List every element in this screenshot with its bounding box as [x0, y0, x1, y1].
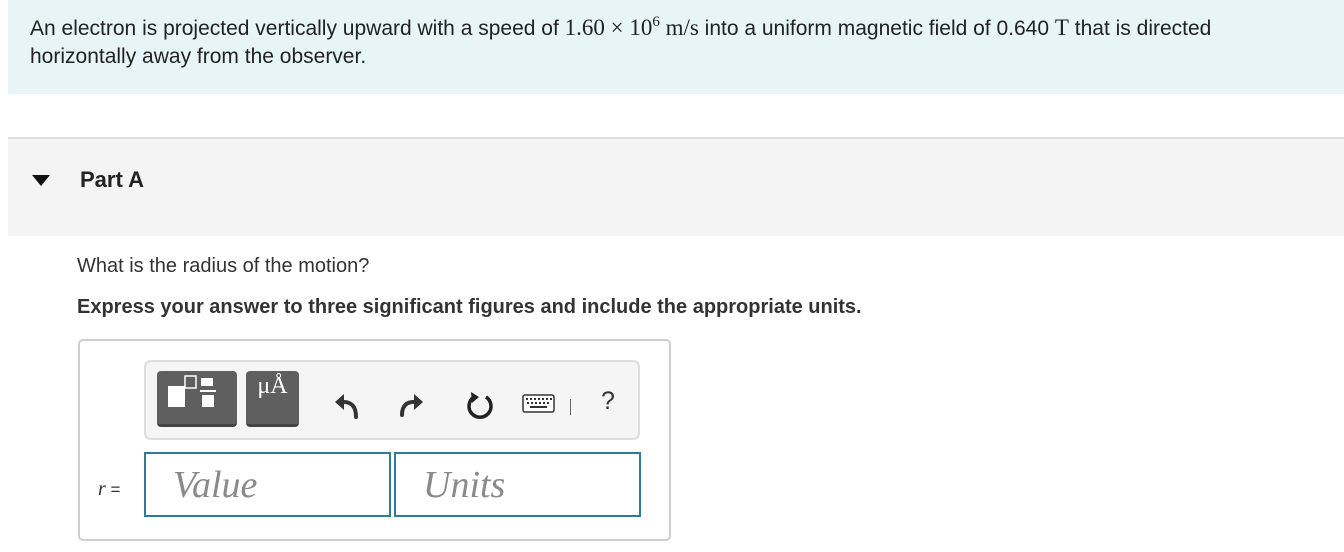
- field-unit: T: [1054, 15, 1069, 40]
- value-input[interactable]: [144, 452, 391, 517]
- units-input[interactable]: [394, 452, 641, 517]
- answer-variable-label: r =: [98, 478, 121, 500]
- part-title: Part A: [80, 167, 144, 192]
- units-button[interactable]: μÅ: [246, 371, 299, 427]
- units-icon: μÅ: [257, 373, 288, 399]
- templates-button[interactable]: [157, 371, 237, 427]
- problem-text-before: An electron is projected vertically upwa…: [30, 17, 565, 40]
- help-icon: ?: [601, 387, 615, 415]
- answer-box: μÅ ? r =: [78, 339, 671, 541]
- question-text: What is the radius of the motion?: [77, 255, 370, 277]
- problem-statement: An electron is projected vertically upwa…: [8, 0, 1344, 94]
- problem-text-middle: into a uniform magnetic field of 0.640: [698, 17, 1055, 40]
- instruction-text: Express your answer to three significant…: [77, 296, 862, 318]
- help-button[interactable]: ?: [601, 387, 615, 416]
- redo-icon[interactable]: [396, 389, 426, 421]
- keyboard-icon[interactable]: [522, 392, 556, 416]
- reset-icon[interactable]: [464, 390, 496, 422]
- caret-down-icon[interactable]: [32, 175, 50, 186]
- templates-icon: [168, 375, 216, 407]
- speed-expression: 1.60 × 106 m/s: [564, 14, 699, 41]
- toolbar-separator: [570, 399, 571, 415]
- part-a-header[interactable]: Part A: [8, 139, 1344, 236]
- undo-icon[interactable]: [332, 389, 362, 421]
- math-toolbar: μÅ ?: [144, 360, 640, 440]
